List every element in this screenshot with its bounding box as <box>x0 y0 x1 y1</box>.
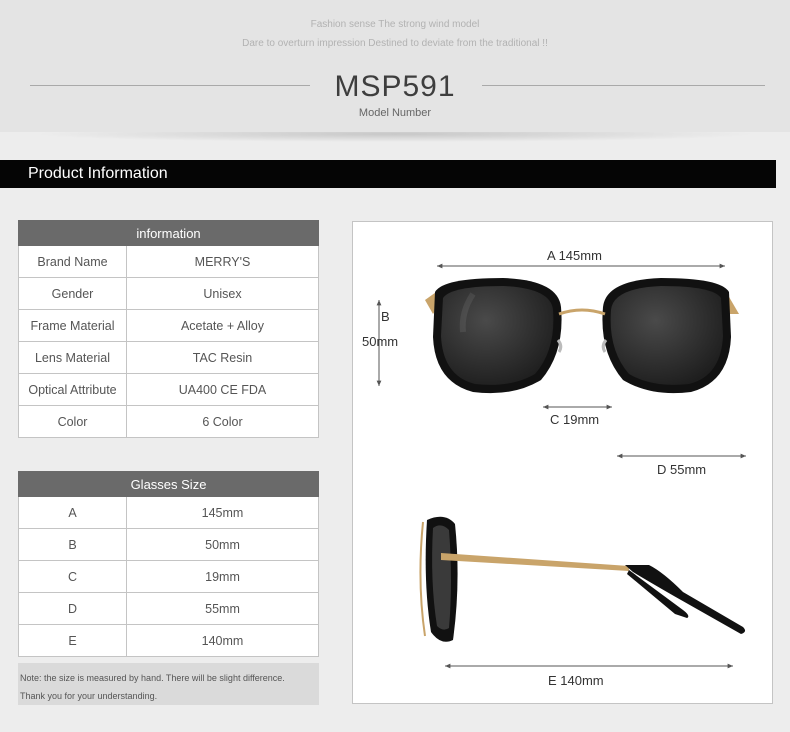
sunglasses-drawing: A 145mm B 50mm C 19mm D 55mm E 140mm <box>362 248 746 688</box>
glasses-size-table: Glasses Size A 145mm B 50mm C 19mm D 55m… <box>18 471 319 657</box>
right-lens <box>610 286 723 385</box>
dimension-c-label: C 19mm <box>550 412 599 427</box>
row-value: 6 Color <box>126 405 319 438</box>
row-label: Brand Name <box>18 245 127 278</box>
row-label: A <box>18 496 127 529</box>
temple-arm <box>441 553 629 571</box>
table-row: E 140mm <box>18 624 319 657</box>
table-row: Brand Name MERRY'S <box>18 245 319 278</box>
dimension-d-label: D 55mm <box>657 462 706 477</box>
table-row: Lens Material TAC Resin <box>18 341 319 374</box>
row-value: MERRY'S <box>126 245 319 278</box>
section-title: Product Information <box>28 165 168 182</box>
measurement-note: Note: the size is measured by hand. Ther… <box>18 663 319 705</box>
note-line-1: Note: the size is measured by hand. Ther… <box>20 673 285 683</box>
row-value: 55mm <box>126 592 319 625</box>
row-label: C <box>18 560 127 593</box>
row-value: 140mm <box>126 624 319 657</box>
row-label: Gender <box>18 277 127 310</box>
row-value: Acetate + Alloy <box>126 309 319 342</box>
table-row: A 145mm <box>18 496 319 529</box>
row-label: Optical Attribute <box>18 373 127 406</box>
dimension-e-label: E 140mm <box>548 673 604 688</box>
note-line-2: Thank you for your understanding. <box>20 691 158 701</box>
information-table-header: information <box>18 220 319 246</box>
table-row: C 19mm <box>18 560 319 593</box>
dimension-b-value: 50mm <box>362 334 398 349</box>
tagline-2: Dare to overturn impression Destined to … <box>242 38 548 49</box>
model-number: MSP591 <box>334 70 456 103</box>
header-banner: Fashion sense The strong wind model Dare… <box>0 0 790 132</box>
row-value: 145mm <box>126 496 319 529</box>
row-value: 19mm <box>126 560 319 593</box>
dimension-a-label: A 145mm <box>547 248 602 263</box>
front-view <box>425 278 739 394</box>
table-row: B 50mm <box>18 528 319 561</box>
table-row: Color 6 Color <box>18 405 319 438</box>
table-row: D 55mm <box>18 592 319 625</box>
bridge <box>558 308 606 316</box>
banner-shadow <box>0 132 790 152</box>
section-header-bar: Product Information <box>0 160 776 188</box>
temple-tip <box>625 565 746 634</box>
information-table: information Brand Name MERRY'S Gender Un… <box>18 220 319 438</box>
row-label: D <box>18 592 127 625</box>
row-label: E <box>18 624 127 657</box>
row-label: Lens Material <box>18 341 127 374</box>
table-row: Optical Attribute UA400 CE FDA <box>18 373 319 406</box>
left-lens <box>441 286 554 385</box>
side-rim-metal <box>419 521 426 637</box>
dimensions-diagram: A 145mm B 50mm C 19mm D 55mm E 140mm <box>352 221 773 704</box>
table-row: Frame Material Acetate + Alloy <box>18 309 319 342</box>
row-value: Unisex <box>126 277 319 310</box>
row-label: Frame Material <box>18 309 127 342</box>
dimension-b-letter: B <box>381 309 390 324</box>
row-value: TAC Resin <box>126 341 319 374</box>
row-value: UA400 CE FDA <box>126 373 319 406</box>
tagline-1: Fashion sense The strong wind model <box>310 19 480 30</box>
glasses-size-table-header: Glasses Size <box>18 471 319 497</box>
side-view <box>419 516 746 642</box>
model-number-caption: Model Number <box>358 107 432 119</box>
row-value: 50mm <box>126 528 319 561</box>
row-label: Color <box>18 405 127 438</box>
row-label: B <box>18 528 127 561</box>
table-row: Gender Unisex <box>18 277 319 310</box>
